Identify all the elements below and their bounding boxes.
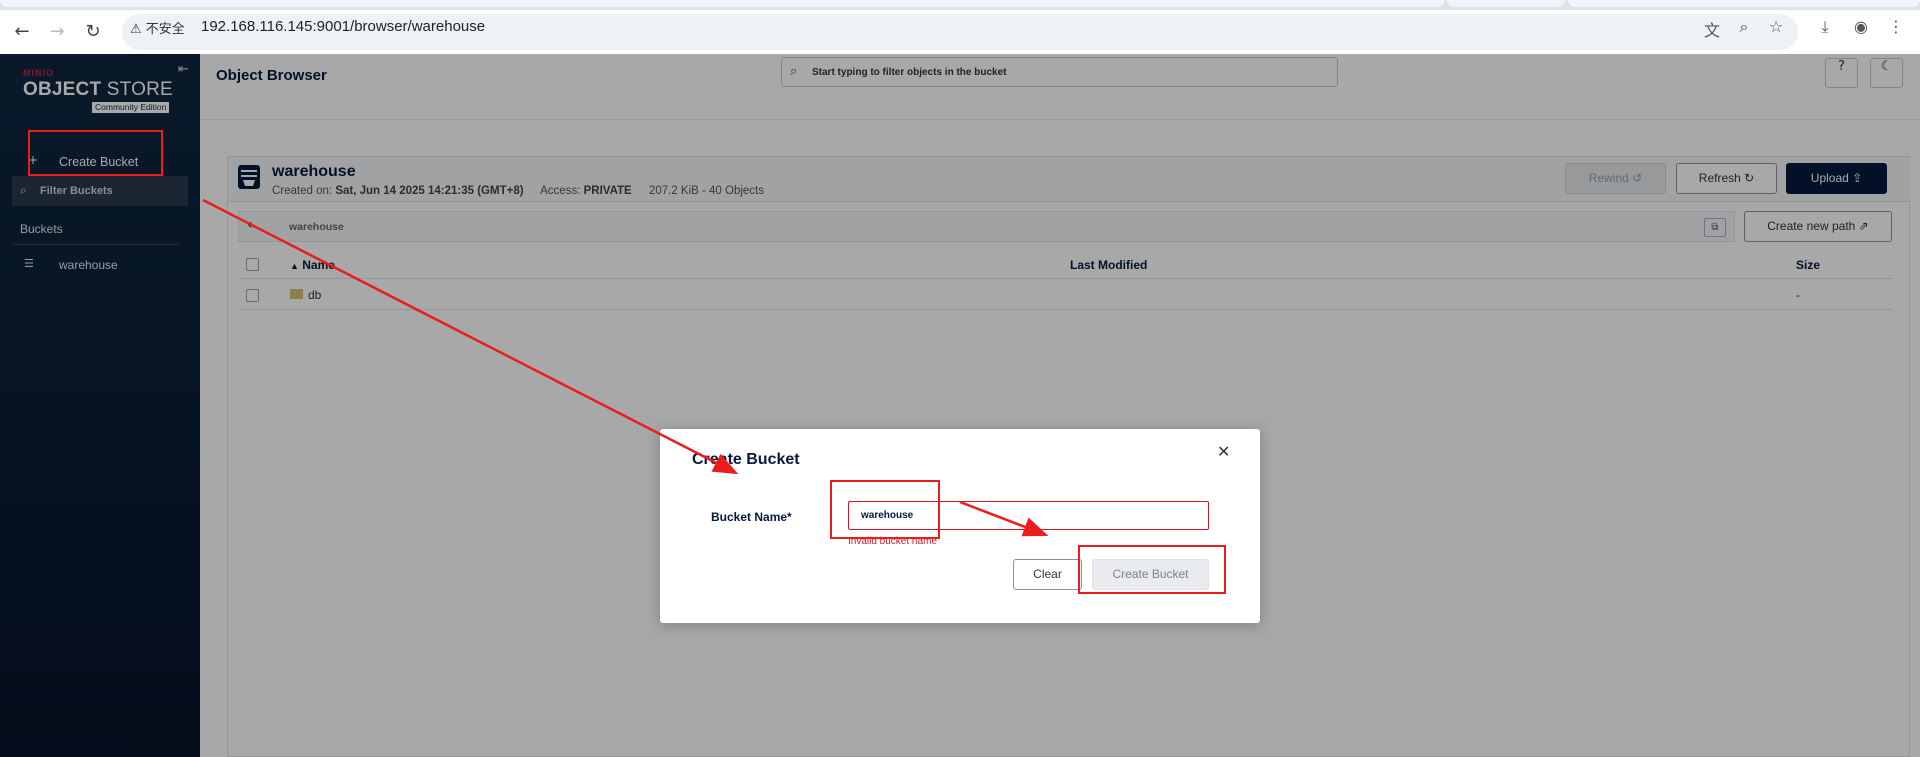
bucket-name-label: Bucket Name* bbox=[711, 510, 792, 524]
bookmark-star-icon[interactable]: ☆ bbox=[1765, 17, 1787, 37]
browser-tab[interactable] bbox=[1568, 0, 1920, 7]
not-secure-indicator[interactable]: ⚠ 不安全 bbox=[130, 18, 185, 37]
modal-title: Create Bucket bbox=[692, 451, 800, 468]
menu-kebab-icon[interactable]: ⋮ bbox=[1885, 17, 1907, 37]
annotation-box bbox=[28, 130, 163, 176]
annotation-box bbox=[1078, 545, 1226, 594]
modal-backdrop[interactable] bbox=[0, 54, 1920, 757]
close-icon[interactable]: ✕ bbox=[1217, 442, 1230, 461]
browser-tab-strip bbox=[0, 0, 1920, 10]
profile-icon[interactable]: ◉ bbox=[1850, 17, 1872, 37]
clear-button[interactable]: Clear bbox=[1013, 559, 1082, 590]
download-icon[interactable]: ⤓ bbox=[1814, 17, 1836, 37]
forward-icon[interactable]: → bbox=[45, 20, 69, 44]
back-icon[interactable]: ← bbox=[10, 20, 34, 44]
browser-tab[interactable] bbox=[0, 0, 1445, 7]
translate-icon[interactable]: 文 bbox=[1701, 17, 1723, 40]
address-url[interactable]: 192.168.116.145:9001/browser/warehouse bbox=[201, 18, 485, 35]
not-secure-label: 不安全 bbox=[145, 22, 185, 37]
zoom-icon[interactable]: ⌕ bbox=[1733, 17, 1755, 37]
annotation-box bbox=[830, 480, 940, 539]
reload-icon[interactable]: ↻ bbox=[81, 20, 105, 44]
browser-tab[interactable] bbox=[1447, 0, 1565, 7]
